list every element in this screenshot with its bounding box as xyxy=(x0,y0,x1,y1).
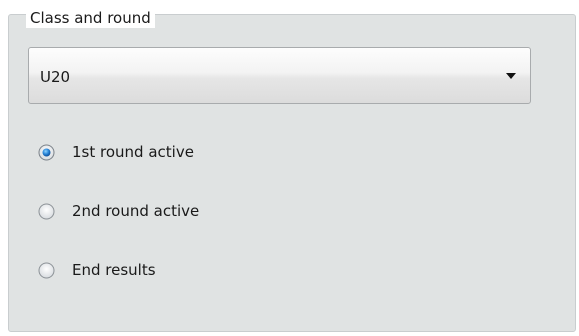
groupbox-title: Class and round xyxy=(26,8,155,28)
chevron-down-icon xyxy=(502,65,520,87)
class-dropdown[interactable]: U20 xyxy=(28,47,531,104)
radio-unselected-icon[interactable] xyxy=(38,203,55,220)
radio-end-results[interactable]: End results xyxy=(38,257,338,283)
radio-round-2-label: 2nd round active xyxy=(72,202,200,220)
radio-unselected-icon[interactable] xyxy=(38,262,55,279)
radio-round-2[interactable]: 2nd round active xyxy=(38,198,338,224)
radio-round-1-label: 1st round active xyxy=(72,143,194,161)
class-round-panel: Class and round U20 1st round active 2nd… xyxy=(0,0,579,336)
class-dropdown-value: U20 xyxy=(40,68,71,86)
radio-end-results-label: End results xyxy=(72,261,156,279)
radio-round-1[interactable]: 1st round active xyxy=(38,139,338,165)
radio-selected-icon[interactable] xyxy=(38,144,55,161)
